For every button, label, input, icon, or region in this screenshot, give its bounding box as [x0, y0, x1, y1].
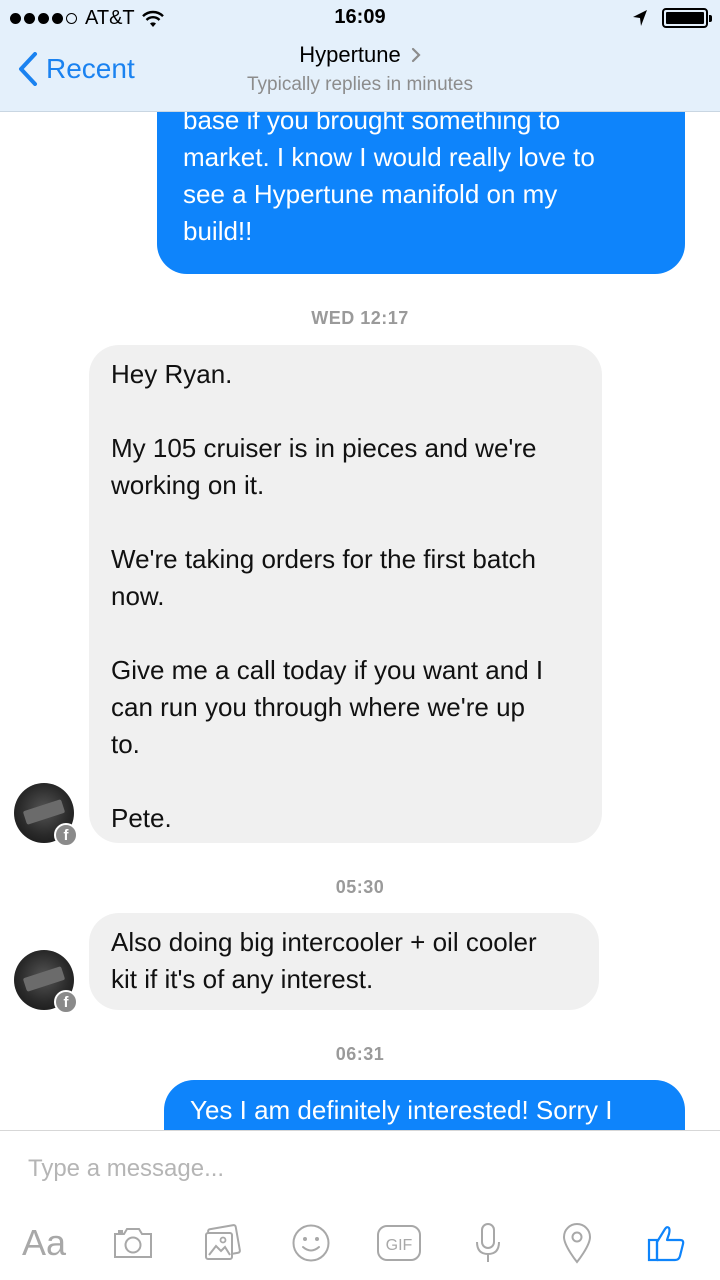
text-format-label: Aa	[21, 1222, 67, 1263]
like-button[interactable]	[638, 1215, 694, 1271]
camera-button[interactable]	[105, 1215, 161, 1271]
status-bar: AT&T 16:09	[0, 0, 720, 38]
incoming-message-bubble[interactable]: Also doing big intercooler + oil cooler …	[89, 913, 599, 1010]
sender-avatar[interactable]: f	[14, 950, 78, 1014]
voice-clip-button[interactable]	[460, 1215, 516, 1271]
microphone-icon	[476, 1223, 500, 1262]
location-pin-icon	[562, 1223, 592, 1264]
location-arrow-icon	[633, 10, 647, 26]
photo-gallery-icon	[205, 1224, 241, 1260]
timestamp-divider: WED 12:17	[311, 308, 409, 328]
location-button[interactable]	[549, 1215, 605, 1271]
header: AT&T 16:09 Recent Hypertune Typically re…	[0, 0, 720, 112]
message-input[interactable]	[28, 1149, 688, 1189]
gif-label: GIF	[386, 1237, 413, 1254]
facebook-badge-icon: f	[54, 990, 78, 1014]
facebook-badge-icon: f	[54, 823, 78, 847]
text-format-button[interactable]: Aa	[16, 1215, 72, 1271]
composer: Aa	[0, 1130, 720, 1280]
camera-icon	[114, 1228, 152, 1258]
timestamp-divider: 06:31	[335, 1044, 385, 1064]
outgoing-message-bubble[interactable]: base if you brought something to market.…	[157, 112, 685, 274]
thumbs-up-icon	[647, 1226, 685, 1262]
gif-icon: GIF	[377, 1225, 421, 1261]
outgoing-message-bubble[interactable]: Yes I am definitely interested! Sorry I	[164, 1080, 685, 1130]
battery-icon	[662, 8, 712, 28]
reply-time-subtitle: Typically replies in minutes	[247, 74, 473, 95]
status-time: 16:09	[334, 6, 386, 28]
contact-name: Hypertune	[299, 42, 401, 67]
sender-avatar[interactable]: f	[14, 783, 78, 847]
smiley-icon	[292, 1224, 330, 1262]
messenger-screen: AT&T 16:09 Recent Hypertune Typically re…	[0, 0, 720, 1280]
gif-button[interactable]: GIF	[371, 1215, 427, 1271]
conversation-title[interactable]: Hypertune Typically replies in minutes	[0, 42, 720, 96]
composer-toolbar: Aa GIF	[0, 1215, 720, 1271]
chevron-right-icon	[411, 47, 421, 63]
incoming-message-bubble[interactable]: Hey Ryan. My 105 cruiser is in pieces an…	[89, 345, 602, 843]
status-right	[632, 8, 712, 28]
timestamp-divider: 05:30	[335, 877, 385, 897]
message-list[interactable]: base if you brought something to market.…	[0, 112, 720, 1130]
photo-gallery-button[interactable]	[194, 1215, 250, 1271]
sticker-button[interactable]	[283, 1215, 339, 1271]
